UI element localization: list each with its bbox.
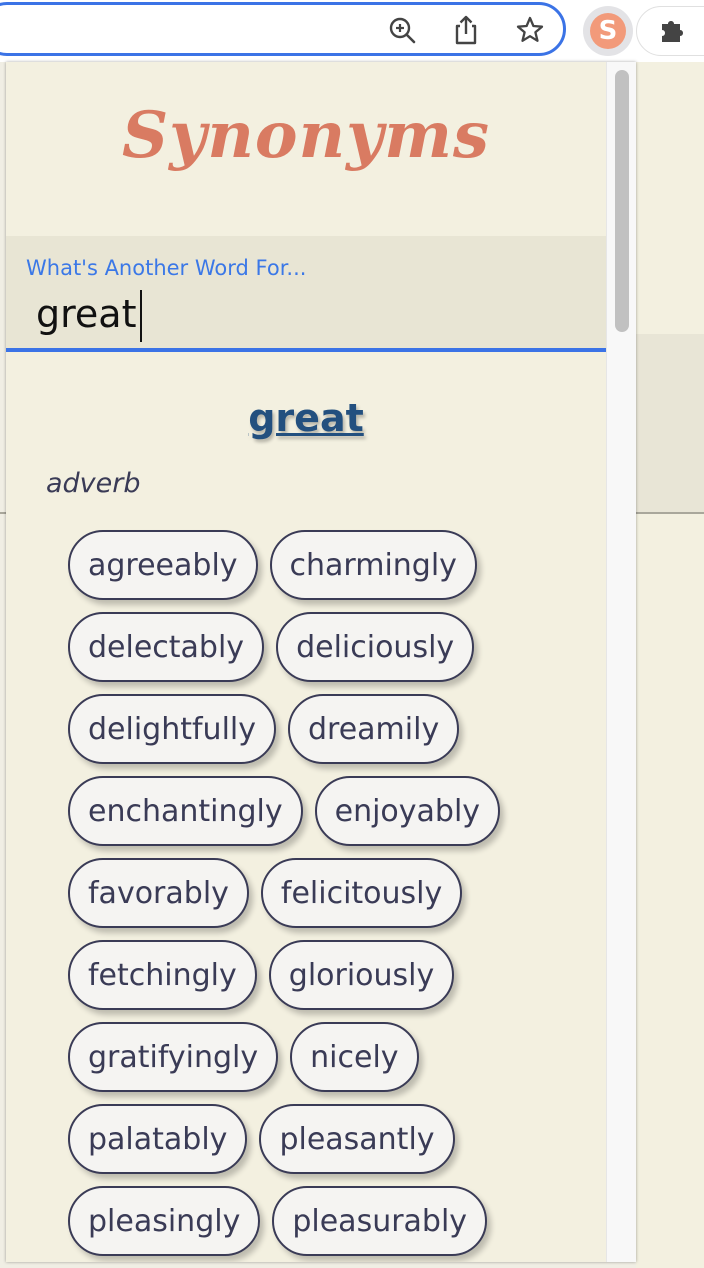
synonym-chip[interactable]: dreamily xyxy=(288,694,460,764)
part-of-speech: adverb xyxy=(46,468,141,499)
synonyms-extension-button[interactable]: S xyxy=(583,6,633,56)
page-background xyxy=(636,62,704,1268)
page-band xyxy=(636,334,704,514)
share-icon[interactable] xyxy=(450,14,482,46)
synonym-list: agreeably charmingly delectably deliciou… xyxy=(68,530,548,1256)
synonym-chip[interactable]: enchantingly xyxy=(68,776,303,846)
synonym-chip[interactable]: delightfully xyxy=(68,694,276,764)
synonym-chip[interactable]: deliciously xyxy=(276,612,475,682)
synonym-chip[interactable]: felicitously xyxy=(260,858,463,928)
popup-scrollbar[interactable] xyxy=(606,62,636,1262)
browser-toolbar: S xyxy=(0,0,704,62)
zoom-in-icon[interactable] xyxy=(386,14,418,46)
synonym-chip[interactable]: delectably xyxy=(68,612,265,682)
synonym-chip[interactable]: enjoyably xyxy=(314,776,501,846)
star-icon[interactable] xyxy=(514,14,546,46)
puzzle-icon[interactable] xyxy=(656,14,688,46)
synonym-chip[interactable]: palatably xyxy=(68,1104,248,1174)
search-section: What's Another Word For... xyxy=(6,236,606,352)
synonym-chip[interactable]: gratifyingly xyxy=(68,1022,279,1092)
search-input[interactable] xyxy=(20,284,580,344)
text-caret xyxy=(140,290,142,342)
result-headword[interactable]: great xyxy=(6,396,606,440)
synonym-chip[interactable]: gloriously xyxy=(268,940,455,1010)
app-logo: Synonyms xyxy=(121,98,491,173)
synonym-chip[interactable]: nicely xyxy=(290,1022,419,1092)
search-label: What's Another Word For... xyxy=(26,256,307,280)
synonym-chip[interactable]: pleasurably xyxy=(272,1186,488,1256)
synonym-chip[interactable]: pleasantly xyxy=(259,1104,455,1174)
synonym-chip[interactable]: charmingly xyxy=(269,530,477,600)
extension-badge: S xyxy=(590,13,626,49)
synonym-chip[interactable]: fetchingly xyxy=(68,940,257,1010)
scrollbar-thumb[interactable] xyxy=(615,70,629,332)
synonym-chip[interactable]: pleasingly xyxy=(68,1186,261,1256)
synonym-chip[interactable]: agreeably xyxy=(68,530,258,600)
synonyms-popup: Synonyms What's Another Word For... grea… xyxy=(6,62,636,1262)
synonym-chip[interactable]: favorably xyxy=(68,858,249,928)
